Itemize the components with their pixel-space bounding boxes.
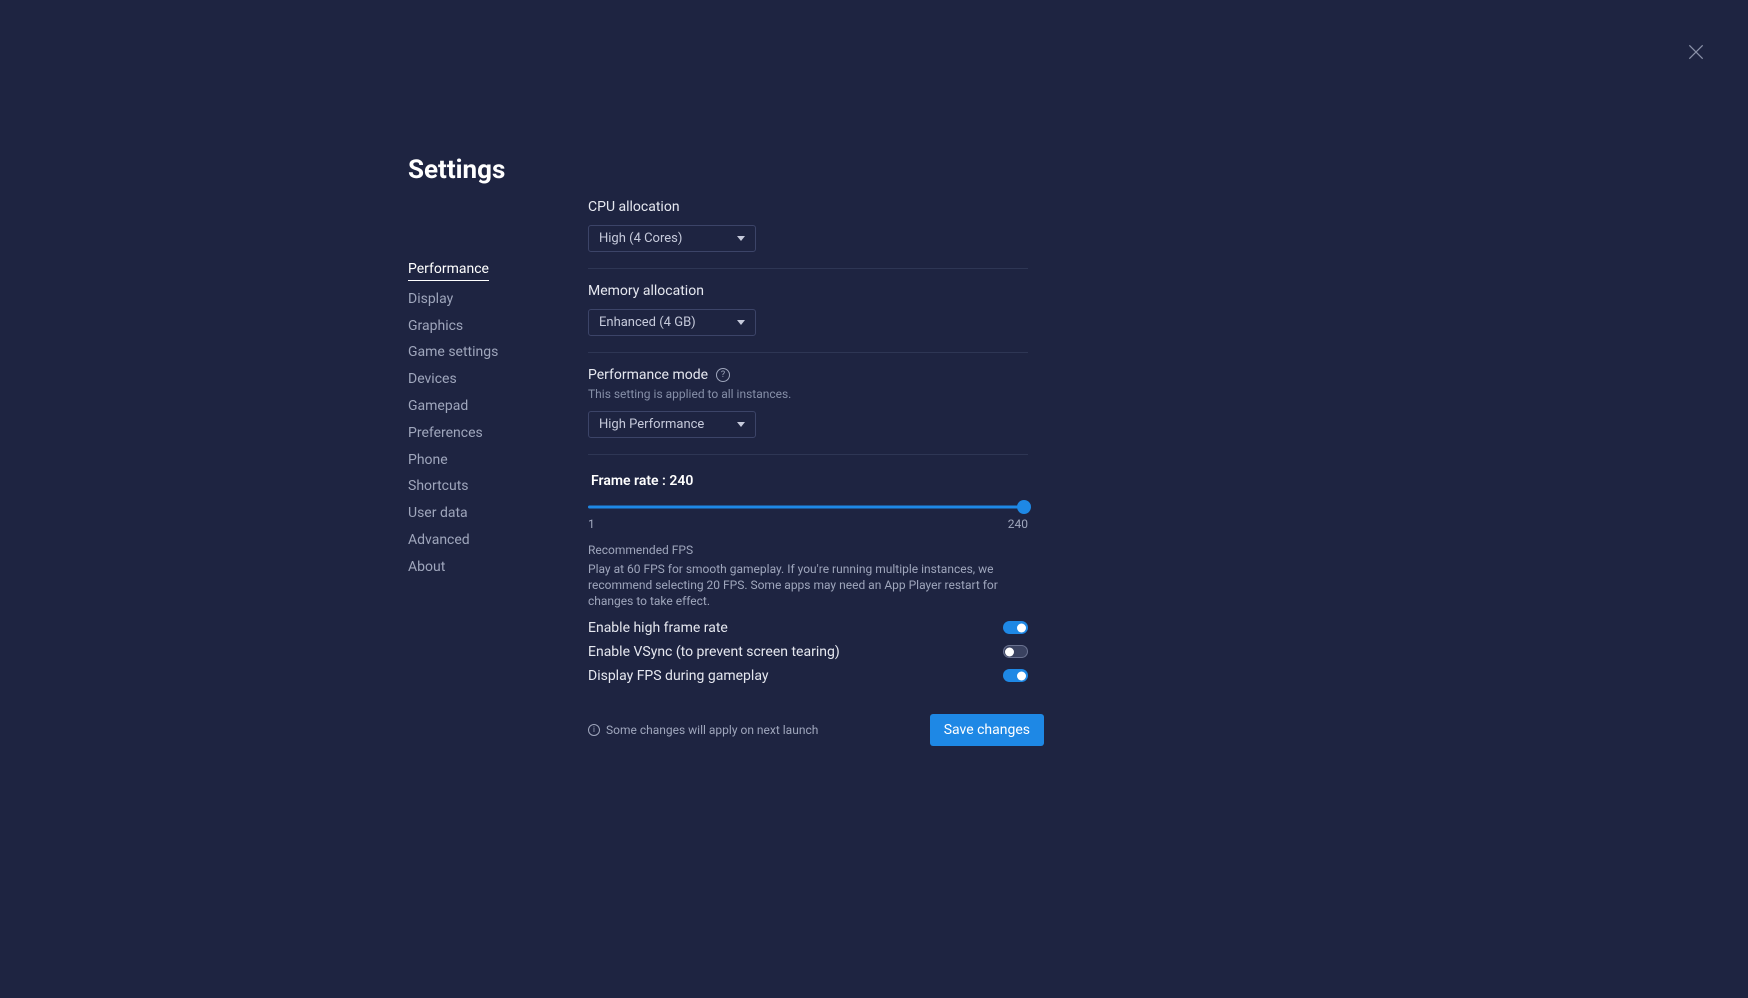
sidebar-item-user-data[interactable]: User data xyxy=(408,505,588,522)
settings-sidebar: Performance Display Graphics Game settin… xyxy=(408,215,588,586)
performance-mode-hint: This setting is applied to all instances… xyxy=(588,387,1028,401)
sidebar-item-label: Phone xyxy=(408,452,448,468)
enable-vsync-row: Enable VSync (to prevent screen tearing) xyxy=(588,644,1028,660)
footer: i Some changes will apply on next launch… xyxy=(588,714,1044,746)
toggle-knob xyxy=(1017,623,1026,632)
sidebar-item-label: User data xyxy=(408,505,468,521)
sidebar-item-devices[interactable]: Devices xyxy=(408,371,588,388)
chevron-down-icon xyxy=(737,320,745,325)
sidebar-item-game-settings[interactable]: Game settings xyxy=(408,344,588,361)
info-icon: i xyxy=(588,724,600,736)
sidebar-item-label: Game settings xyxy=(408,344,498,360)
footer-note: i Some changes will apply on next launch xyxy=(588,723,818,737)
performance-mode-label-text: Performance mode xyxy=(588,367,708,383)
performance-mode-select[interactable]: High Performance xyxy=(588,411,756,438)
memory-allocation-value: Enhanced (4 GB) xyxy=(599,315,696,330)
recommended-fps-body: Play at 60 FPS for smooth gameplay. If y… xyxy=(588,561,1028,610)
slider-scale: 1 240 xyxy=(588,517,1028,531)
memory-allocation-section: Memory allocation Enhanced (4 GB) xyxy=(588,283,1028,353)
performance-mode-label: Performance mode ? xyxy=(588,367,1028,383)
sidebar-item-label: Display xyxy=(408,291,453,307)
memory-allocation-label: Memory allocation xyxy=(588,283,1028,299)
slider-thumb[interactable] xyxy=(1017,500,1031,514)
toggle-knob xyxy=(1005,647,1014,656)
slider-min: 1 xyxy=(588,517,595,531)
chevron-down-icon xyxy=(737,236,745,241)
page-title: Settings xyxy=(408,155,588,185)
chevron-down-icon xyxy=(737,422,745,427)
frame-rate-slider[interactable] xyxy=(588,499,1028,515)
sidebar-item-graphics[interactable]: Graphics xyxy=(408,318,588,335)
enable-vsync-toggle[interactable] xyxy=(1003,645,1028,658)
sidebar-item-display[interactable]: Display xyxy=(408,291,588,308)
cpu-allocation-value: High (4 Cores) xyxy=(599,231,682,246)
sidebar-item-advanced[interactable]: Advanced xyxy=(408,532,588,549)
help-icon[interactable]: ? xyxy=(716,368,730,382)
enable-vsync-label: Enable VSync (to prevent screen tearing) xyxy=(588,644,840,660)
sidebar-item-label: Preferences xyxy=(408,425,483,441)
sidebar-item-gamepad[interactable]: Gamepad xyxy=(408,398,588,415)
enable-high-frame-rate-toggle[interactable] xyxy=(1003,621,1028,634)
sidebar-item-shortcuts[interactable]: Shortcuts xyxy=(408,478,588,495)
close-icon xyxy=(1686,42,1706,62)
display-fps-row: Display FPS during gameplay xyxy=(588,668,1028,684)
performance-mode-section: Performance mode ? This setting is appli… xyxy=(588,367,1028,455)
cpu-allocation-label: CPU allocation xyxy=(588,199,1028,215)
sidebar-item-label: About xyxy=(408,559,445,575)
cpu-allocation-select[interactable]: High (4 Cores) xyxy=(588,225,756,252)
frame-rate-label: Frame rate : 240 xyxy=(591,473,1028,489)
settings-panel: CPU allocation High (4 Cores) Memory all… xyxy=(588,155,1028,746)
frame-rate-label-prefix: Frame rate : xyxy=(591,473,669,489)
enable-high-frame-rate-label: Enable high frame rate xyxy=(588,620,728,636)
sidebar-item-label: Advanced xyxy=(408,532,470,548)
sidebar-item-preferences[interactable]: Preferences xyxy=(408,425,588,442)
frame-rate-value: 240 xyxy=(669,473,693,489)
memory-allocation-select[interactable]: Enhanced (4 GB) xyxy=(588,309,756,336)
sidebar-item-label: Shortcuts xyxy=(408,478,469,494)
frame-rate-section: Frame rate : 240 1 240 Recommended FPS P… xyxy=(588,469,1028,684)
save-changes-button[interactable]: Save changes xyxy=(930,714,1044,746)
toggle-knob xyxy=(1017,671,1026,680)
display-fps-label: Display FPS during gameplay xyxy=(588,668,768,684)
sidebar-item-label: Graphics xyxy=(408,318,463,334)
sidebar-item-phone[interactable]: Phone xyxy=(408,452,588,469)
performance-mode-value: High Performance xyxy=(599,417,704,432)
slider-max: 240 xyxy=(1008,517,1028,531)
enable-high-frame-rate-row: Enable high frame rate xyxy=(588,620,1028,636)
display-fps-toggle[interactable] xyxy=(1003,669,1028,682)
slider-track xyxy=(588,506,1028,509)
cpu-allocation-section: CPU allocation High (4 Cores) xyxy=(588,199,1028,269)
sidebar-item-performance[interactable]: Performance xyxy=(408,261,588,281)
sidebar-item-label: Gamepad xyxy=(408,398,468,414)
sidebar-item-label: Devices xyxy=(408,371,457,387)
footer-note-text: Some changes will apply on next launch xyxy=(606,723,818,737)
sidebar-item-label: Performance xyxy=(408,261,489,281)
sidebar-item-about[interactable]: About xyxy=(408,559,588,576)
recommended-fps-title: Recommended FPS xyxy=(588,543,1028,557)
close-button[interactable] xyxy=(1686,42,1706,62)
